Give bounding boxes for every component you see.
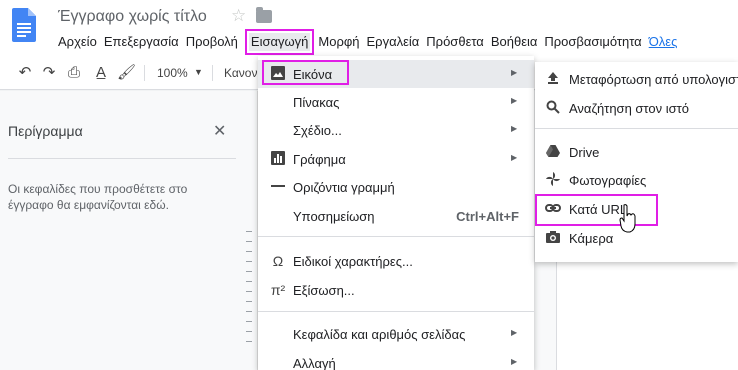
chart-icon (270, 151, 286, 167)
ruler-tick (246, 291, 252, 292)
toolbar-divider (212, 65, 213, 81)
ruler-tick (246, 341, 252, 342)
outline-divider (8, 158, 236, 159)
menu-help[interactable]: Βοήθεια (491, 33, 542, 51)
outline-panel: Περίγραμμα ✕ Οι κεφαλίδες που προσθέτετε… (0, 91, 238, 370)
menu-item-label: Ειδικοί χαρακτήρες... (293, 254, 413, 269)
ruler-tick (246, 311, 252, 312)
submenu-item-label: Κάμερα (569, 231, 614, 246)
ruler-tick (246, 251, 252, 252)
menu-format[interactable]: Μορφή (318, 33, 363, 51)
menu-divider (535, 128, 738, 129)
ruler-tick (246, 261, 252, 262)
horizontal-line-icon (270, 179, 286, 195)
submenu-arrow-icon: ▶ (511, 124, 518, 133)
menu-tools[interactable]: Εργαλεία (367, 33, 424, 51)
menu-item-label: Οριζόντια γραμμή (293, 180, 395, 195)
ruler-tick (246, 281, 252, 282)
menu-item-label: Υποσημείωση (293, 209, 375, 224)
menu-divider (258, 236, 534, 237)
menu-item-footnote[interactable]: Υποσημείωση Ctrl+Alt+F (258, 202, 534, 230)
omega-icon: Ω (272, 253, 284, 269)
ruler-tick (246, 321, 252, 322)
submenu-item-label: Φωτογραφίες (569, 173, 647, 188)
chevron-down-icon[interactable]: ▼ (194, 67, 203, 77)
redo-icon[interactable]: ↷ (40, 64, 58, 82)
ruler-tick (246, 241, 252, 242)
shortcut-label: Ctrl+Alt+F (456, 209, 519, 224)
menu-item-label: Αλλαγή (293, 356, 336, 370)
paint-format-icon[interactable]: 🖌 (117, 64, 136, 82)
submenu-item-search-web[interactable]: Αναζήτηση στον ιστό (535, 94, 738, 122)
hand-cursor-icon (619, 204, 636, 233)
all-changes-link[interactable]: Όλες (649, 33, 682, 51)
menu-item-label: Εξίσωση... (293, 283, 355, 298)
paragraph-style-select[interactable]: Κανονι (224, 66, 260, 80)
menu-addons[interactable]: Πρόσθετα (426, 33, 488, 51)
submenu-item-label: Μεταφόρτωση από υπολογιστή (569, 72, 738, 87)
menu-accessibility[interactable]: Προσβασιμότητα (544, 33, 645, 51)
insert-menu: Εικόνα ▶ Πίνακας ▶ Σχέδιο... ▶ Γράφημα ▶… (258, 56, 534, 370)
menu-item-special-characters[interactable]: Ω Ειδικοί χαρακτήρες... (258, 247, 534, 275)
menu-item-table[interactable]: Πίνακας ▶ (258, 88, 534, 116)
menu-item-header-page-number[interactable]: Κεφαλίδα και αριθμός σελίδας ▶ (258, 320, 534, 348)
menu-item-horizontal-line[interactable]: Οριζόντια γραμμή (258, 173, 534, 201)
menu-item-chart[interactable]: Γράφημα ▶ (258, 145, 534, 173)
highlight-frame (262, 60, 349, 85)
ruler-tick (246, 271, 252, 272)
folder-icon[interactable] (256, 7, 272, 23)
menu-item-label: Πίνακας (293, 95, 340, 110)
docs-logo-icon[interactable] (12, 8, 36, 42)
menu-divider (258, 311, 534, 312)
submenu-arrow-icon: ▶ (511, 357, 518, 366)
menu-item-equation[interactable]: π² Εξίσωση... (258, 276, 534, 304)
submenu-item-label: Αναζήτηση στον ιστό (569, 101, 690, 116)
menu-item-drawing[interactable]: Σχέδιο... ▶ (258, 116, 534, 144)
menu-bar: Αρχείο Επεξεργασία Προβολή Εισαγωγή Μορφ… (58, 29, 684, 55)
star-icon[interactable]: ☆ (231, 6, 246, 26)
photos-icon (545, 172, 561, 188)
submenu-item-label: Drive (569, 145, 600, 160)
submenu-arrow-icon: ▶ (511, 96, 518, 105)
camera-icon (545, 230, 561, 246)
menu-item-label: Γράφημα (293, 152, 346, 167)
menu-insert[interactable]: Εισαγωγή (244, 29, 315, 55)
menu-item-label: Κεφαλίδα και αριθμός σελίδας (293, 327, 466, 342)
outline-hint: Οι κεφαλίδες που προσθέτετε στο έγγραφο … (8, 182, 188, 212)
print-icon[interactable]: ⎙ (65, 64, 83, 82)
highlight-frame (535, 194, 658, 226)
ruler-tick (246, 301, 252, 302)
menu-view[interactable]: Προβολή (186, 33, 242, 51)
pi-icon: π² (270, 282, 286, 298)
outline-title: Περίγραμμα (8, 123, 83, 139)
submenu-arrow-icon: ▶ (511, 153, 518, 162)
menu-edit[interactable]: Επεξεργασία (104, 33, 183, 51)
submenu-item-upload[interactable]: Μεταφόρτωση από υπολογιστή (535, 65, 738, 93)
document-title[interactable]: Έγγραφο χωρίς τίτλο (58, 8, 207, 26)
spellcheck-icon[interactable]: A̲ (92, 64, 110, 82)
toolbar-divider (144, 65, 145, 81)
zoom-select[interactable]: 100% (157, 66, 188, 80)
upload-icon (545, 71, 561, 87)
close-icon[interactable]: ✕ (213, 121, 226, 141)
menu-item-break[interactable]: Αλλαγή ▶ (258, 349, 534, 370)
drive-icon (545, 144, 561, 160)
menu-file[interactable]: Αρχείο (58, 33, 101, 51)
ruler-tick (246, 231, 252, 232)
submenu-item-drive[interactable]: Drive (535, 138, 738, 166)
submenu-arrow-icon: ▶ (511, 68, 518, 77)
vertical-ruler[interactable] (240, 91, 258, 370)
search-icon (545, 100, 561, 116)
undo-icon[interactable]: ↶ (16, 64, 34, 82)
ruler-tick (246, 331, 252, 332)
submenu-item-photos[interactable]: Φωτογραφίες (535, 166, 738, 194)
submenu-arrow-icon: ▶ (511, 328, 518, 337)
menu-item-label: Σχέδιο... (293, 123, 342, 138)
